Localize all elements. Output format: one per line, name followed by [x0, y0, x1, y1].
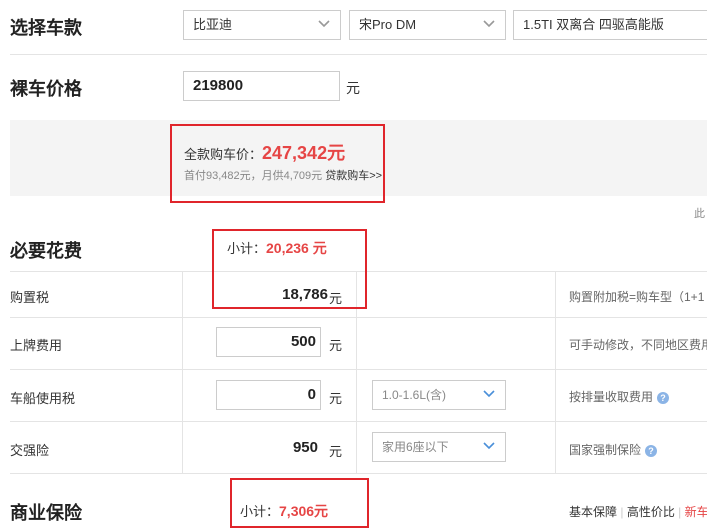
vehicle-tax-unit: 元 [329, 391, 343, 406]
required-fees-title: 必要花费 [10, 241, 82, 261]
chevron-down-icon [483, 433, 497, 461]
commercial-insurance-title: 商业保险 [10, 503, 82, 523]
tab-value[interactable]: 高性价比 [627, 505, 675, 519]
series-select[interactable]: 宋Pro DM [349, 10, 506, 40]
vehicle-tax-input[interactable]: 0 [216, 380, 321, 410]
vehicle-tax-label: 车船使用税 [10, 391, 76, 406]
seat-type-select[interactable]: 家用6座以下 [372, 432, 506, 462]
compulsory-insurance-note-text: 国家强制保险 [569, 443, 642, 457]
bare-price-unit: 元 [346, 80, 360, 96]
plate-fee-input[interactable]: 500 [216, 327, 321, 357]
plate-fee-unit: 元 [329, 338, 343, 353]
col-divider [182, 271, 183, 473]
chevron-down-icon [318, 11, 332, 39]
bare-price-input[interactable]: 219800 [183, 71, 340, 101]
compulsory-insurance-label: 交强险 [10, 443, 50, 458]
seat-type-select-value: 家用6座以下 [382, 440, 449, 454]
highlight-box [170, 124, 385, 203]
displacement-select[interactable]: 1.0-1.6L(含) [372, 380, 506, 410]
compulsory-insurance-value: 950 [292, 439, 318, 456]
col-divider [555, 271, 556, 473]
help-icon[interactable]: ? [645, 444, 658, 457]
divider [10, 54, 707, 55]
displacement-select-value: 1.0-1.6L(含) [382, 388, 447, 402]
purchase-tax-label: 购置税 [10, 290, 50, 305]
highlight-box [212, 229, 367, 309]
divider [10, 317, 707, 318]
highlight-box [230, 478, 369, 528]
tab-new-car[interactable]: 新车 [685, 505, 707, 519]
vehicle-tax-note-text: 按排量收取费用 [569, 390, 654, 404]
compulsory-insurance-note: 国家强制保险? [569, 441, 658, 458]
insurance-tabs: 基本保障 | 高性价比 | 新车 [569, 505, 707, 519]
plate-fee-label: 上牌费用 [10, 338, 63, 353]
help-icon[interactable]: ? [657, 391, 670, 404]
chevron-down-icon [483, 381, 497, 409]
select-model-title: 选择车款 [10, 18, 82, 38]
bare-price-title: 裸车价格 [10, 79, 82, 99]
brand-select[interactable]: 比亚迪 [183, 10, 341, 40]
tab-basic[interactable]: 基本保障 [569, 505, 617, 519]
trim-select-value: 1.5TI 双离合 四驱高能版 [523, 17, 664, 32]
purchase-tax-note: 购置附加税=购车型（1+1 [569, 290, 705, 304]
divider [10, 473, 707, 474]
brand-select-value: 比亚迪 [193, 17, 233, 32]
compulsory-insurance-unit: 元 [329, 444, 343, 459]
divider [10, 369, 707, 370]
series-select-value: 宋Pro DM [359, 17, 417, 32]
vehicle-tax-note: 按排量收取费用? [569, 388, 670, 405]
chevron-down-icon [483, 11, 497, 39]
divider [10, 421, 707, 422]
trim-select[interactable]: 1.5TI 双离合 四驱高能版 [513, 10, 707, 40]
plate-fee-note: 可手动修改，不同地区费用 [569, 338, 707, 352]
side-text: 此 [694, 208, 705, 220]
